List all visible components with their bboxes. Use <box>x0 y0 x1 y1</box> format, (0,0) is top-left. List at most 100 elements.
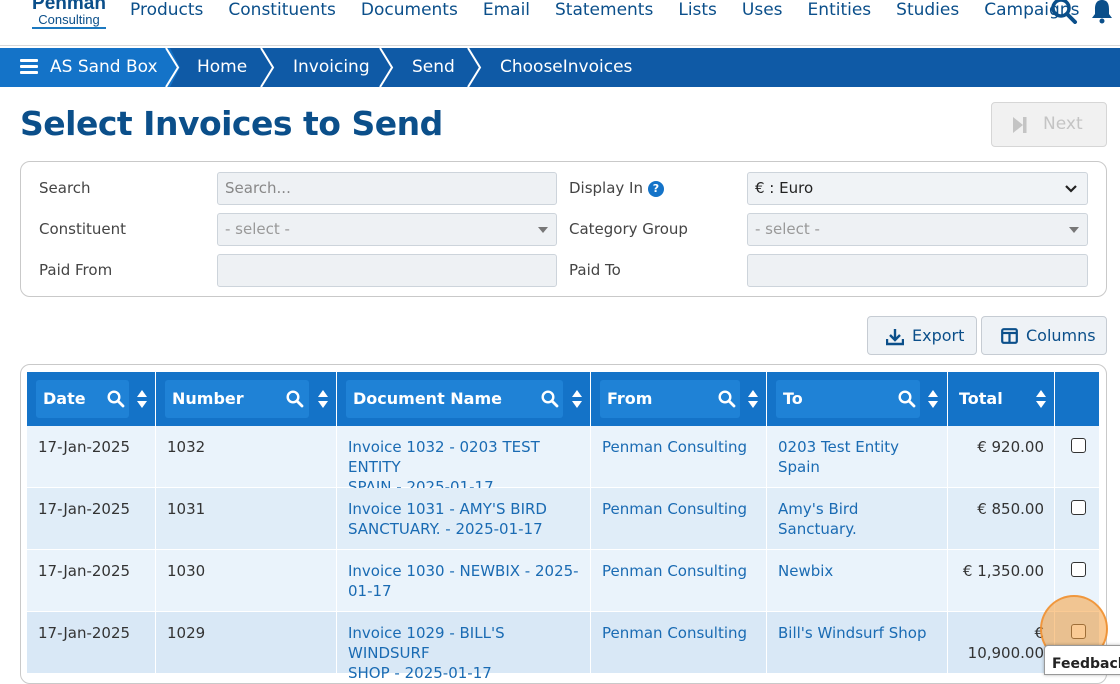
menu-item-email[interactable]: Email <box>483 0 530 22</box>
paid-to-input[interactable] <box>747 254 1088 287</box>
search-icon[interactable] <box>286 390 304 408</box>
search-icon[interactable] <box>107 390 125 408</box>
cell-to[interactable]: 0203 Test Entity Spain <box>767 426 948 488</box>
bell-icon[interactable] <box>1090 0 1114 24</box>
chevron-down-icon <box>1065 185 1077 193</box>
cell-date: 17-Jan-2025 <box>27 550 156 612</box>
sort-icon[interactable] <box>747 389 759 409</box>
document-link-line-1[interactable]: Invoice 1030 - NEWBIX - 2025- <box>348 562 579 580</box>
cell-number: 1031 <box>156 488 337 550</box>
menu-item-uses[interactable]: Uses <box>742 0 783 22</box>
constituent-value: - select - <box>225 220 290 238</box>
constituent-select[interactable]: - select - <box>217 213 557 246</box>
cell-date: 17-Jan-2025 <box>27 488 156 550</box>
category-group-value: - select - <box>755 220 820 238</box>
cell-select <box>1055 426 1099 488</box>
document-link-line-1[interactable]: Invoice 1031 - AMY'S BIRD <box>348 500 547 518</box>
caret-down-icon <box>538 227 548 233</box>
column-header-date[interactable]: Date <box>27 372 156 426</box>
row-checkbox[interactable] <box>1071 562 1086 577</box>
table-row[interactable]: 17-Jan-2025 1031 Invoice 1031 - AMY'S BI… <box>27 488 1099 550</box>
cell-total: € 1,350.00 <box>948 550 1055 612</box>
column-header-select <box>1055 372 1099 426</box>
cell-total: € 850.00 <box>948 488 1055 550</box>
display-in-value: € : Euro <box>755 179 814 197</box>
cell-document-name[interactable]: Invoice 1032 - 0203 TEST ENTITY SPAIN - … <box>337 426 591 496</box>
breadcrumb-item-chooseinvoices[interactable]: ChooseInvoices <box>500 48 632 87</box>
table-row[interactable]: 17-Jan-2025 1030 Invoice 1030 - NEWBIX -… <box>27 550 1099 612</box>
menu-icon[interactable] <box>20 59 38 75</box>
cell-from[interactable]: Penman Consulting <box>591 488 767 550</box>
menu-item-products[interactable]: Products <box>130 0 203 22</box>
help-icon[interactable]: ? <box>648 181 664 197</box>
column-header-to[interactable]: To <box>767 372 948 426</box>
cell-document-name[interactable]: Invoice 1031 - AMY'S BIRD SANCTUARY. - 2… <box>337 488 591 550</box>
filter-panel: Search Search... Display In? € : Euro Co… <box>20 161 1107 297</box>
category-group-select[interactable]: - select - <box>747 213 1088 246</box>
cell-to[interactable]: Bill's Windsurf Shop <box>767 612 948 674</box>
document-link-line-1[interactable]: Invoice 1032 - 0203 TEST ENTITY <box>348 438 540 476</box>
menu-item-entities[interactable]: Entities <box>808 0 872 22</box>
invoice-table: Date Number Document Name From To Total … <box>20 364 1107 684</box>
menu-item-documents[interactable]: Documents <box>361 0 458 22</box>
breadcrumb-label: AS Sand Box <box>50 57 158 77</box>
columns-icon <box>1001 328 1018 344</box>
company-logo[interactable]: Penman Consulting <box>32 0 106 29</box>
sort-icon[interactable] <box>927 389 939 409</box>
document-link-line-2[interactable]: SHOP - 2025-01-17 <box>348 664 492 682</box>
cell-to[interactable]: Amy's Bird Sanctuary. <box>767 488 948 550</box>
page-title: Select Invoices to Send <box>20 104 443 143</box>
constituent-label: Constituent <box>39 220 127 238</box>
menu-item-lists[interactable]: Lists <box>678 0 717 22</box>
search-icon[interactable] <box>718 390 736 408</box>
table-header: Date Number Document Name From To Total <box>27 372 1099 426</box>
sort-icon[interactable] <box>571 389 583 409</box>
top-navigation: Penman Consulting Products Constituents … <box>0 0 1120 46</box>
menu-item-constituents[interactable]: Constituents <box>228 0 336 22</box>
next-button[interactable]: Next <box>991 102 1107 147</box>
column-header-total[interactable]: Total <box>948 372 1055 426</box>
table-row[interactable]: 17-Jan-2025 1029 Invoice 1029 - BILL'S W… <box>27 612 1099 682</box>
sort-icon[interactable] <box>317 389 329 409</box>
cell-from[interactable]: Penman Consulting <box>591 550 767 612</box>
columns-button[interactable]: Columns <box>981 316 1107 355</box>
breadcrumb-item-home[interactable]: Home <box>197 48 247 87</box>
breadcrumb-item-invoicing[interactable]: Invoicing <box>293 48 370 87</box>
column-header-number[interactable]: Number <box>156 372 337 426</box>
sort-icon[interactable] <box>1035 389 1047 409</box>
feedback-tab[interactable]: Feedback <box>1044 645 1120 675</box>
table-row[interactable]: 17-Jan-2025 1032 Invoice 1032 - 0203 TES… <box>27 426 1099 496</box>
breadcrumb: AS Sand Box Home Invoicing Send ChooseIn… <box>0 48 1120 87</box>
column-header-from[interactable]: From <box>591 372 767 426</box>
cell-from[interactable]: Penman Consulting <box>591 426 767 488</box>
document-link-line-2[interactable]: 01-17 <box>348 582 392 600</box>
display-in-select[interactable]: € : Euro <box>747 172 1088 205</box>
search-icon[interactable] <box>541 390 559 408</box>
search-input[interactable]: Search... <box>217 172 557 205</box>
cell-to[interactable]: Newbix <box>767 550 948 612</box>
cell-document-name[interactable]: Invoice 1030 - NEWBIX - 2025- 01-17 <box>337 550 591 612</box>
export-button[interactable]: Export <box>867 316 977 355</box>
document-link-line-1[interactable]: Invoice 1029 - BILL'S WINDSURF <box>348 624 505 662</box>
search-label: Search <box>39 179 91 197</box>
breadcrumb-item-sandbox[interactable]: AS Sand Box <box>0 48 170 87</box>
export-label: Export <box>912 326 965 345</box>
row-checkbox[interactable] <box>1071 438 1086 453</box>
chevron-right-icon <box>379 48 394 87</box>
menu-item-studies[interactable]: Studies <box>896 0 959 22</box>
document-link-line-2[interactable]: SANCTUARY. - 2025-01-17 <box>348 520 543 538</box>
sort-icon[interactable] <box>136 389 148 409</box>
breadcrumb-item-send[interactable]: Send <box>412 48 455 87</box>
row-checkbox[interactable] <box>1071 500 1086 515</box>
display-in-text: Display In <box>569 179 643 197</box>
cell-date: 17-Jan-2025 <box>27 612 156 674</box>
search-icon[interactable] <box>898 390 916 408</box>
paid-from-input[interactable] <box>217 254 557 287</box>
column-header-label: Document Name <box>346 380 563 418</box>
cell-from[interactable]: Penman Consulting <box>591 612 767 674</box>
search-icon[interactable] <box>1050 0 1078 24</box>
menu-item-statements[interactable]: Statements <box>555 0 653 22</box>
column-header-document-name[interactable]: Document Name <box>337 372 591 426</box>
cell-number: 1029 <box>156 612 337 674</box>
cell-document-name[interactable]: Invoice 1029 - BILL'S WINDSURF SHOP - 20… <box>337 612 591 682</box>
